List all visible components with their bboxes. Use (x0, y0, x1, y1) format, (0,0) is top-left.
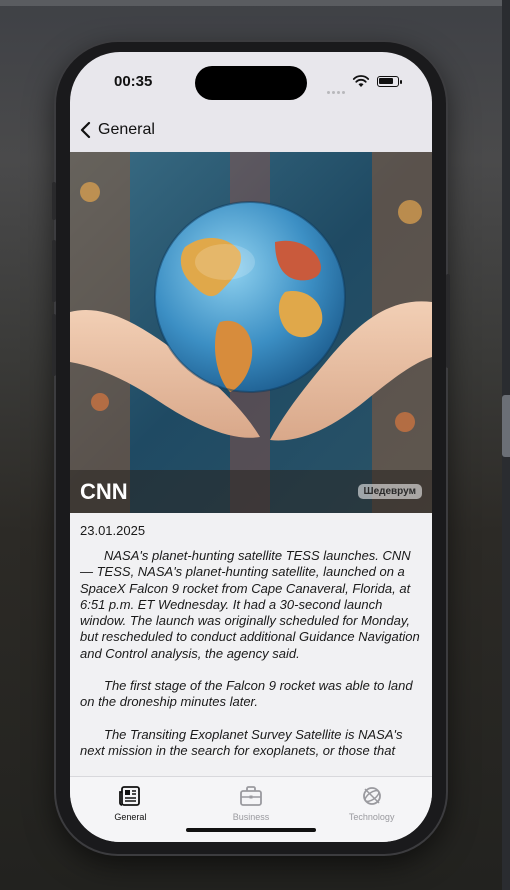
dynamic-island (195, 66, 307, 100)
wifi-icon (352, 75, 370, 87)
phone-screen: 00:35 General CNN Шедеврум 23.01.2025 NA… (70, 52, 432, 842)
article-paragraph: The first stage of the Falcon 9 rocket w… (80, 678, 413, 710)
home-indicator[interactable] (186, 828, 316, 832)
back-button[interactable]: General (98, 121, 155, 139)
image-credit-badge: Шедеврум (357, 484, 422, 499)
phone-frame: 00:35 General CNN Шедеврум 23.01.2025 NA… (52, 42, 450, 854)
article-content[interactable]: 23.01.2025 NASA's planet-hunting satelli… (70, 513, 432, 776)
volume-up-button (52, 240, 56, 302)
navigation-bar: General (70, 108, 432, 152)
chevron-left-icon[interactable] (78, 120, 94, 140)
tab-label: General (114, 812, 147, 822)
globe-in-hands-illustration (70, 152, 432, 513)
battery-icon (377, 76, 402, 87)
article-date: 23.01.2025 (80, 523, 146, 538)
battery-level (379, 78, 394, 84)
newspaper-icon (119, 786, 141, 806)
power-button (446, 274, 450, 368)
tab-general[interactable]: General (70, 777, 191, 842)
tab-bar: General Business Technology (70, 776, 432, 842)
news-source: CNN (80, 478, 128, 504)
image-caption-bar: CNN Шедеврум (70, 470, 432, 513)
scroll-handle[interactable] (502, 395, 510, 457)
tab-business[interactable]: Business (191, 777, 312, 842)
globe-icon (362, 787, 381, 805)
tab-label: Technology (348, 812, 395, 822)
window-top-strip (0, 0, 510, 6)
status-bar: 00:35 (70, 52, 432, 108)
volume-down-button (52, 314, 56, 376)
status-time: 00:35 (114, 73, 153, 90)
tab-technology[interactable]: Technology (311, 777, 432, 842)
article-paragraph: NASA's planet-hunting satellite TESS lau… (80, 548, 420, 661)
tab-label: Business (232, 812, 270, 822)
article-image: CNN Шедеврум (70, 152, 432, 513)
briefcase-icon (240, 786, 262, 806)
article-paragraph: The Transiting Exoplanet Survey Satellit… (80, 726, 403, 758)
signal-icon (327, 81, 347, 94)
mute-switch (52, 182, 56, 220)
